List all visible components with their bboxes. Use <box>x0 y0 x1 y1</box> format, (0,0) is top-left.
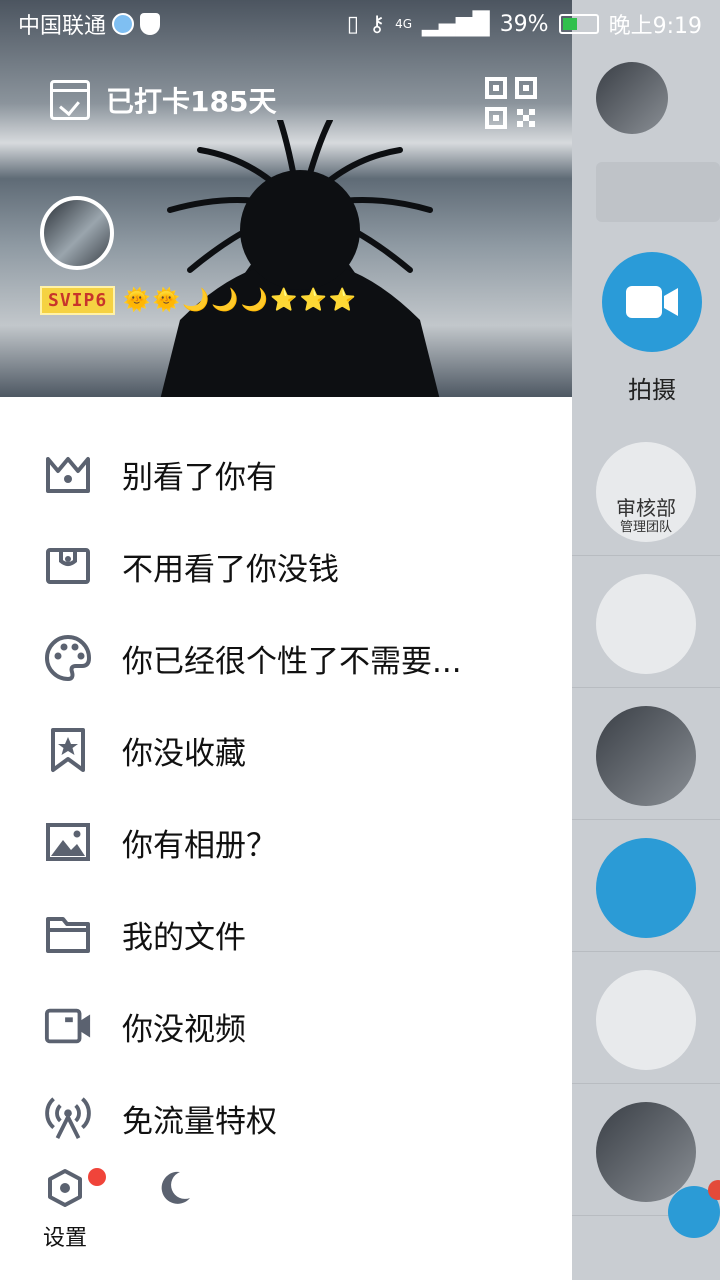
bg-group-sublabel: 管理团队 <box>619 520 672 535</box>
menu-item-theme[interactable]: 你已经很个性了不需要... <box>0 612 572 704</box>
menu-item-vip[interactable]: 别看了你有 <box>0 428 572 520</box>
bg-multi-avatar[interactable] <box>596 574 696 674</box>
menu-item-label: 不用看了你没钱 <box>122 551 339 588</box>
shield-icon <box>140 13 161 35</box>
crown-icon <box>44 450 92 498</box>
wallet-icon <box>44 542 92 590</box>
bookmark-star-icon <box>44 726 92 774</box>
video-icon <box>44 1002 92 1050</box>
menu-item-videos[interactable]: 你没视频 <box>0 980 572 1072</box>
signal-icon: ▂▄▆█ <box>422 11 490 37</box>
network-label: 4G <box>395 17 412 31</box>
menu-item-label: 我的文件 <box>122 919 246 956</box>
folder-icon <box>44 910 92 958</box>
video-camera-icon <box>626 286 678 318</box>
menu-item-label: 你已经很个性了不需要... <box>122 643 462 680</box>
bg-photo-avatar[interactable] <box>596 1102 696 1202</box>
signal-broadcast-icon <box>44 1094 92 1142</box>
calendar-check-icon <box>50 80 90 120</box>
palette-icon <box>44 634 92 682</box>
browser-icon <box>112 13 135 35</box>
menu-item-files[interactable]: 我的文件 <box>0 888 572 980</box>
qr-code-icon[interactable] <box>484 76 538 130</box>
profile-header[interactable]: 已打卡185天 SVIP6 🌞🌞🌙🌙🌙⭐⭐⭐ <box>0 0 572 397</box>
background-app: 拍摄 审核部 管理团队 <box>572 0 720 1280</box>
checkin-text: 已打卡185天 <box>106 85 277 118</box>
bg-search-bar[interactable] <box>596 162 720 222</box>
battery-icon <box>558 14 599 34</box>
bg-group-avatar[interactable]: 审核部 管理团队 <box>596 442 696 542</box>
menu-item-favorites[interactable]: 你没收藏 <box>0 704 572 796</box>
gear-icon <box>48 1169 82 1207</box>
level-icons[interactable]: 🌞🌞🌙🌙🌙⭐⭐⭐ <box>123 288 358 313</box>
palm-tree-image <box>160 120 440 397</box>
menu-item-album[interactable]: 你有相册？ <box>0 796 572 888</box>
avatar[interactable] <box>40 196 114 270</box>
image-icon <box>44 818 92 866</box>
carrier-label: 中国联通 <box>18 14 107 39</box>
clock: 晚上9:19 <box>608 14 702 39</box>
bg-camera-button[interactable] <box>602 252 702 352</box>
menu-item-wallet[interactable]: 不用看了你没钱 <box>0 520 572 612</box>
menu-item-label: 你没收藏 <box>122 735 246 772</box>
drawer-menu: 别看了你有 不用看了你没钱 你已经很个性了不需要... 你没收藏 你有相册？ 我… <box>0 428 572 1164</box>
bg-anime-avatar[interactable] <box>596 970 696 1070</box>
side-drawer: 已打卡185天 SVIP6 🌞🌞🌙🌙🌙⭐⭐⭐ 别看了你有 不用看了你没钱 你已经… <box>0 0 572 1280</box>
menu-item-free-data[interactable]: 免流量特权 <box>0 1072 572 1164</box>
drawer-footer: 设置 <box>0 1160 572 1260</box>
status-bar: 中国联通 ▯ ⚷ 4G ▂▄▆█ 39% 晚上9:19 <box>0 0 720 48</box>
menu-item-label: 免流量特权 <box>122 1103 277 1140</box>
bg-chat-avatar[interactable] <box>596 706 696 806</box>
bg-cloud-avatar[interactable] <box>596 838 696 938</box>
settings-button[interactable]: 设置 <box>38 1168 92 1252</box>
checkin-status[interactable]: 已打卡185天 <box>50 80 276 120</box>
battery-percent: 39% <box>499 11 549 37</box>
user-badges[interactable]: SVIP6 🌞🌞🌙🌙🌙⭐⭐⭐ <box>40 286 358 315</box>
bg-profile-avatar[interactable] <box>596 62 668 134</box>
moon-icon <box>161 1171 190 1204</box>
night-mode-button[interactable] <box>154 1168 194 1212</box>
bg-camera-label: 拍摄 <box>628 376 676 404</box>
svip-badge[interactable]: SVIP6 <box>40 286 116 315</box>
menu-item-label: 你没视频 <box>122 1011 246 1048</box>
menu-item-label: 你有相册？ <box>122 827 277 864</box>
settings-label: 设置 <box>42 1226 87 1251</box>
key-icon: ⚷ <box>368 11 386 37</box>
settings-notification-badge <box>88 1168 106 1186</box>
menu-item-label: 别看了你有 <box>122 459 277 496</box>
vibrate-icon: ▯ <box>346 11 359 37</box>
